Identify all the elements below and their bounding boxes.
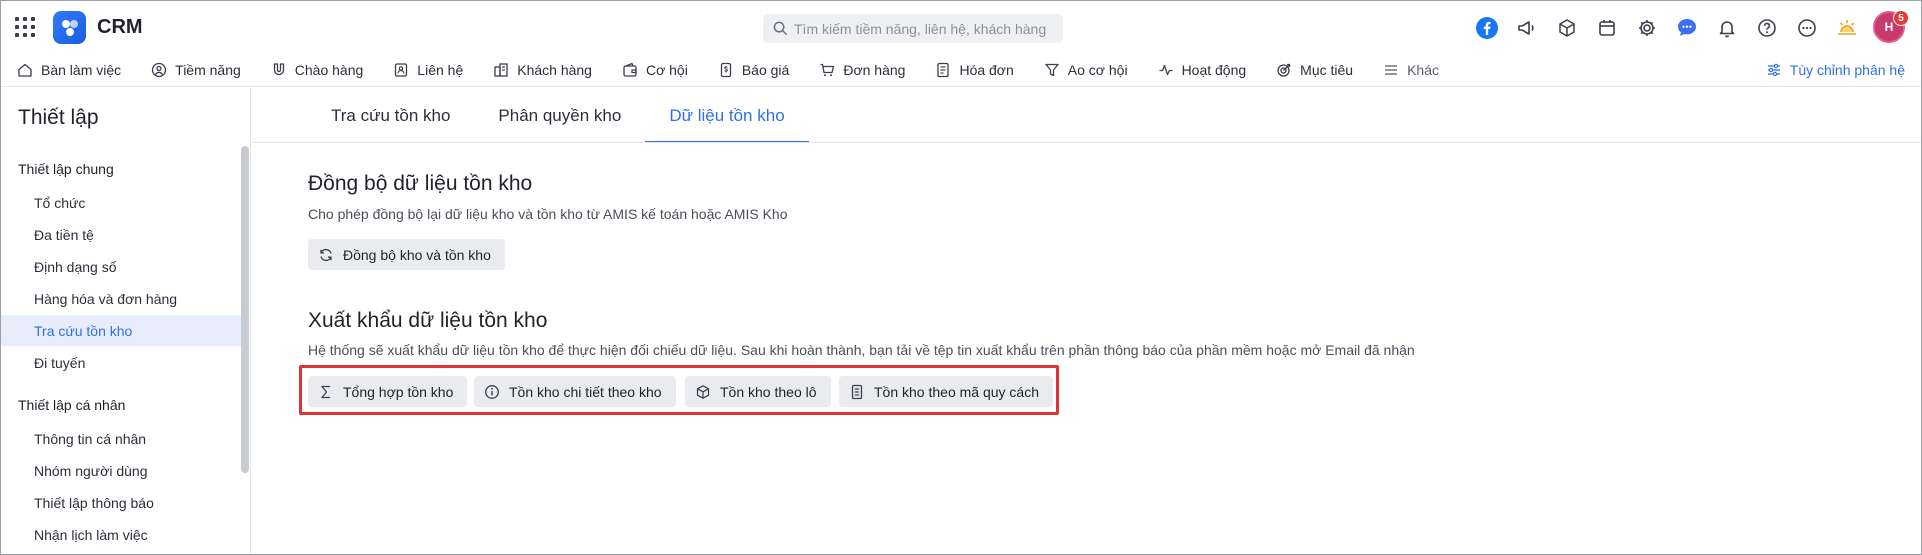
global-search[interactable] xyxy=(763,14,1063,43)
search-icon xyxy=(773,21,788,36)
sliders-icon xyxy=(1767,63,1780,77)
calendar-icon[interactable] xyxy=(1593,14,1621,42)
target-icon xyxy=(1277,63,1291,77)
customize-modules-link[interactable]: Tùy chỉnh phân hệ xyxy=(1766,53,1905,87)
sidebar-item-personal-info[interactable]: Thông tin cá nhân xyxy=(1,423,241,454)
bell-icon[interactable] xyxy=(1713,14,1741,42)
top-icon-bar xyxy=(1473,14,1873,42)
nav-item-opportunities[interactable]: Cơ hội xyxy=(622,62,688,78)
megaphone-icon[interactable] xyxy=(1513,14,1541,42)
sidebar-item-products-orders[interactable]: Hàng hóa và đơn hàng xyxy=(1,283,241,314)
nav-item-goals[interactable]: Mục tiêu xyxy=(1276,62,1353,78)
sidebar-item-user-groups[interactable]: Nhóm người dùng xyxy=(1,455,241,486)
sidebar-item-notification-settings[interactable]: Thiết lập thông báo xyxy=(1,487,241,518)
user-circle-icon xyxy=(152,62,167,78)
help-icon[interactable] xyxy=(1753,14,1781,42)
nav-item-opportunity-pool[interactable]: Ao cơ hội xyxy=(1044,62,1128,78)
sync-section-description: Cho phép đồng bộ lại dữ liệu kho và tồn … xyxy=(308,206,788,222)
invoice-icon xyxy=(937,62,950,78)
sidebar-title: Thiết lập xyxy=(18,106,99,129)
sidebar-item-multi-currency[interactable]: Đa tiền tệ xyxy=(1,219,241,250)
menu-icon xyxy=(1385,65,1398,75)
sync-section-title: Đồng bộ dữ liệu tồn kho xyxy=(308,172,533,195)
module-nav: Bàn làm việc Tiềm năng Chào hàng Liên hệ… xyxy=(1,53,1921,87)
app-title: CRM xyxy=(97,16,143,38)
search-input[interactable] xyxy=(794,20,1054,37)
chat-icon[interactable] xyxy=(1673,14,1701,42)
nav-item-workspace[interactable]: Bàn làm việc xyxy=(17,62,121,78)
nav-item-invoices[interactable]: Hóa đơn xyxy=(935,62,1014,78)
facebook-icon[interactable] xyxy=(1473,14,1501,42)
sidebar-scrollbar[interactable] xyxy=(241,146,249,473)
box-icon[interactable] xyxy=(1553,14,1581,42)
notification-badge: 5 xyxy=(1893,10,1909,26)
sync-inventory-button[interactable]: Đồng bộ kho và tồn kho xyxy=(308,239,505,270)
sidebar-item-number-format[interactable]: Định dạng số xyxy=(1,251,241,282)
building-icon xyxy=(494,63,508,77)
export-buttons-highlight xyxy=(299,365,1059,415)
sidebar-item-work-schedule[interactable]: Nhận lịch làm việc xyxy=(1,519,241,550)
settings-sidebar: Thiết lập Thiết lập chung Tổ chức Đa tiề… xyxy=(1,88,251,554)
tabs-divider xyxy=(252,142,1921,143)
gear-icon[interactable] xyxy=(1633,14,1661,42)
nav-item-quotes[interactable]: Báo giá xyxy=(718,62,789,78)
wallet-icon xyxy=(623,62,637,77)
export-section-title: Xuất khẩu dữ liệu tồn kho xyxy=(308,309,548,332)
top-bar: CRM Tìm kiếm tiềm năng, liên hệ, khách h… xyxy=(1,1,1921,53)
refresh-icon xyxy=(320,248,332,261)
inventory-tabs: Tra cứu tồn kho Phân quyền kho Dữ liệu t… xyxy=(307,88,810,143)
magnet-icon xyxy=(273,63,284,76)
export-section-description: Hệ thống sẽ xuất khẩu dữ liệu tồn kho để… xyxy=(308,342,1415,358)
sidebar-item-routes[interactable]: Đi tuyến xyxy=(1,347,241,378)
nav-item-offers[interactable]: Chào hàng xyxy=(271,62,363,78)
nav-item-leads[interactable]: Tiềm năng xyxy=(151,62,241,78)
nav-item-more[interactable]: Khác xyxy=(1383,62,1439,78)
nav-item-customers[interactable]: Khách hàng xyxy=(493,62,592,78)
app-launcher-icon[interactable] xyxy=(15,17,35,37)
activity-icon xyxy=(1159,64,1173,76)
sidebar-section-general: Thiết lập chung xyxy=(18,161,114,177)
app-window: CRM Tìm kiếm tiềm năng, liên hệ, khách h… xyxy=(0,0,1922,555)
tab-inventory-lookup[interactable]: Tra cứu tồn kho xyxy=(307,88,474,143)
crm-logo xyxy=(53,11,86,44)
sun-icon[interactable] xyxy=(1833,14,1861,42)
funnel-icon xyxy=(1045,63,1059,77)
nav-item-contacts[interactable]: Liên hệ xyxy=(393,62,463,78)
nav-item-orders[interactable]: Đơn hàng xyxy=(819,62,905,78)
cart-icon xyxy=(820,63,835,77)
tab-inventory-data[interactable]: Dữ liệu tồn kho xyxy=(645,88,810,143)
more-icon[interactable] xyxy=(1793,14,1821,42)
quote-doc-icon xyxy=(720,62,731,78)
home-icon xyxy=(18,63,32,77)
contact-card-icon xyxy=(395,63,408,77)
sidebar-section-personal: Thiết lập cá nhân xyxy=(18,397,126,413)
nav-item-activities[interactable]: Hoạt động xyxy=(1158,62,1246,78)
sidebar-item-organization[interactable]: Tổ chức xyxy=(1,187,241,218)
sidebar-item-inventory-lookup[interactable]: Tra cứu tồn kho xyxy=(1,315,241,346)
tab-warehouse-permissions[interactable]: Phân quyền kho xyxy=(474,88,645,143)
